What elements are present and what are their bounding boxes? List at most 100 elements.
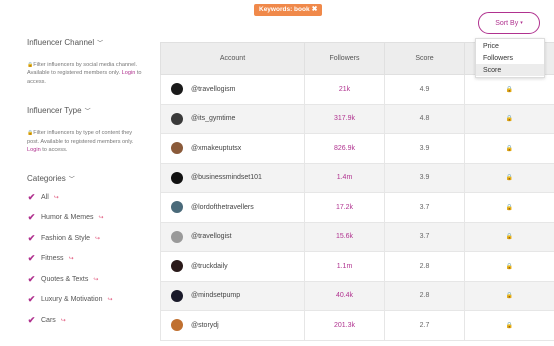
account-handle[interactable]: @lordofthetravellers bbox=[191, 204, 254, 211]
categories-title: Categories bbox=[27, 174, 66, 184]
action-cell: 🔒 bbox=[464, 103, 554, 134]
column-header-account: Account bbox=[160, 42, 305, 75]
influencer-type-title: Influencer Type bbox=[27, 106, 82, 116]
influencer-table: Account Followers Score @travellogism 21k… bbox=[160, 42, 554, 341]
external-link-icon[interactable]: ↪ bbox=[61, 317, 66, 324]
table-row[interactable]: @xmakeuptutsx 826.9k 3.9 🔒 bbox=[160, 133, 554, 164]
lock-icon[interactable]: 🔒 bbox=[506, 264, 513, 270]
external-link-icon[interactable]: ↪ bbox=[69, 255, 74, 262]
lock-icon[interactable]: 🔒 bbox=[506, 87, 513, 93]
category-item[interactable]: ✔ Quotes & Texts ↪ bbox=[27, 273, 145, 285]
followers-cell: 826.9k bbox=[304, 133, 385, 164]
category-item[interactable]: ✔ Luxury & Motivation ↪ bbox=[27, 294, 145, 306]
checkbox-checked-icon[interactable]: ✔ bbox=[27, 274, 36, 284]
lock-icon[interactable]: 🔒 bbox=[506, 175, 513, 181]
checkbox-checked-icon[interactable]: ✔ bbox=[27, 295, 36, 304]
influencer-channel-toggle[interactable]: Influencer Channel ﹀ bbox=[27, 38, 145, 47]
action-cell: 🔒 bbox=[464, 221, 554, 252]
column-header-followers[interactable]: Followers bbox=[304, 42, 385, 75]
lock-icon[interactable]: 🔒 bbox=[506, 205, 513, 211]
score-cell: 2.8 bbox=[384, 280, 465, 311]
checkbox-checked-icon[interactable]: ✔ bbox=[27, 233, 36, 243]
login-link[interactable]: Login bbox=[27, 147, 41, 153]
close-icon[interactable]: ✖ bbox=[312, 4, 318, 16]
avatar bbox=[171, 171, 183, 184]
sort-by-label: Sort By bbox=[495, 19, 519, 27]
category-item[interactable]: ✔ Humor & Memes ↪ bbox=[27, 212, 145, 224]
account-handle[interactable]: @storydj bbox=[191, 322, 219, 329]
action-cell: 🔒 bbox=[464, 251, 554, 282]
account-handle[interactable]: @xmakeuptutsx bbox=[191, 145, 241, 152]
keyword-filter-pill[interactable]: Keywords: book ✖ bbox=[254, 4, 323, 16]
external-link-icon[interactable]: ↪ bbox=[54, 194, 59, 201]
account-handle[interactable]: @mindsetpump bbox=[191, 292, 240, 299]
checkbox-checked-icon[interactable]: ✔ bbox=[27, 192, 36, 202]
external-link-icon[interactable]: ↪ bbox=[107, 296, 112, 303]
table-row[interactable]: @mindsetpump 40.4k 2.8 🔒 bbox=[160, 280, 554, 311]
lock-icon[interactable]: 🔒 bbox=[506, 234, 513, 240]
table-row[interactable]: @storydj 201.3k 2.7 🔒 bbox=[160, 310, 554, 341]
sort-option-score[interactable]: Score bbox=[476, 64, 544, 76]
avatar bbox=[171, 201, 183, 214]
sort-option-price[interactable]: Price bbox=[476, 40, 544, 52]
followers-cell: 15.6k bbox=[304, 221, 385, 252]
influencer-channel-title: Influencer Channel bbox=[27, 38, 95, 47]
score-cell: 3.7 bbox=[384, 192, 465, 223]
category-label: Luxury & Motivation bbox=[41, 296, 103, 304]
account-handle[interactable]: @truckdaily bbox=[191, 263, 228, 270]
action-cell: 🔒 bbox=[464, 74, 554, 105]
lock-icon[interactable]: 🔒 bbox=[506, 293, 513, 299]
caret-down-icon: ▾ bbox=[520, 20, 523, 26]
chevron-down-icon: ﹀ bbox=[84, 109, 91, 116]
account-cell: @travellogist bbox=[160, 221, 305, 252]
external-link-icon[interactable]: ↪ bbox=[95, 235, 100, 242]
table-row[interactable]: @lordofthetravellers 17.2k 3.7 🔒 bbox=[160, 192, 554, 223]
table-row[interactable]: @truckdaily 1.1m 2.8 🔒 bbox=[160, 251, 554, 282]
chevron-down-icon: ﹀ bbox=[97, 41, 104, 47]
checkbox-checked-icon[interactable]: ✔ bbox=[27, 213, 36, 222]
category-label: Fitness bbox=[41, 255, 64, 263]
account-cell: @travellogism bbox=[160, 74, 305, 105]
category-item[interactable]: ✔ All ↪ bbox=[27, 191, 145, 203]
external-link-icon[interactable]: ↪ bbox=[93, 276, 98, 283]
lock-icon[interactable]: 🔒 bbox=[506, 323, 513, 329]
followers-cell: 21k bbox=[304, 74, 385, 105]
action-cell: 🔒 bbox=[464, 133, 554, 164]
table-row[interactable]: @businessmindset101 1.4m 3.9 🔒 bbox=[160, 162, 554, 193]
category-item[interactable]: ✔ Cars ↪ bbox=[27, 314, 145, 326]
checkbox-checked-icon[interactable]: ✔ bbox=[27, 315, 36, 325]
score-cell: 4.8 bbox=[384, 103, 465, 134]
account-cell: @businessmindset101 bbox=[160, 162, 305, 193]
sort-option-followers[interactable]: Followers bbox=[476, 52, 544, 64]
account-handle[interactable]: @its_gymtime bbox=[191, 115, 235, 122]
category-list: ✔ All ↪ ✔ Humor & Memes ↪ ✔ Fashion & Style ↪ ✔ Fi… bbox=[27, 191, 145, 326]
account-handle[interactable]: @businessmindset101 bbox=[191, 174, 262, 181]
avatar bbox=[171, 289, 183, 302]
score-cell: 3.7 bbox=[384, 221, 465, 252]
lock-icon[interactable]: 🔒 bbox=[506, 116, 513, 122]
account-cell: @truckdaily bbox=[160, 251, 305, 282]
category-label: Cars bbox=[41, 316, 56, 324]
category-item[interactable]: ✔ Fashion & Style ↪ bbox=[27, 232, 145, 244]
category-item[interactable]: ✔ Fitness ↪ bbox=[27, 253, 145, 265]
status-bar bbox=[0, 340, 2, 346]
influencer-type-toggle[interactable]: Influencer Type ﹀ bbox=[27, 106, 145, 115]
followers-cell: 40.4k bbox=[304, 280, 385, 311]
categories-toggle[interactable]: Categories ﹀ bbox=[27, 174, 145, 183]
table-row[interactable]: @its_gymtime 317.9k 4.8 🔒 bbox=[160, 103, 554, 134]
score-cell: 3.9 bbox=[384, 133, 465, 164]
account-handle[interactable]: @travellogist bbox=[191, 233, 232, 240]
followers-cell: 317.9k bbox=[304, 103, 385, 134]
table-row[interactable]: @travellogism 21k 4.9 🔒 bbox=[160, 74, 554, 105]
account-handle[interactable]: @travellogism bbox=[191, 86, 235, 93]
table-row[interactable]: @travellogist 15.6k 3.7 🔒 bbox=[160, 221, 554, 252]
login-link[interactable]: Login bbox=[122, 70, 136, 76]
lock-icon[interactable]: 🔒 bbox=[506, 146, 513, 152]
followers-cell: 1.4m bbox=[304, 162, 385, 193]
checkbox-checked-icon[interactable]: ✔ bbox=[27, 254, 36, 263]
filter-sidebar: Influencer Channel ﹀ 🔒Filter influencers… bbox=[27, 38, 145, 335]
column-header-score[interactable]: Score bbox=[384, 42, 465, 75]
external-link-icon[interactable]: ↪ bbox=[99, 214, 104, 221]
sort-by-button[interactable]: Sort By ▾ bbox=[478, 12, 540, 34]
action-cell: 🔒 bbox=[464, 192, 554, 223]
